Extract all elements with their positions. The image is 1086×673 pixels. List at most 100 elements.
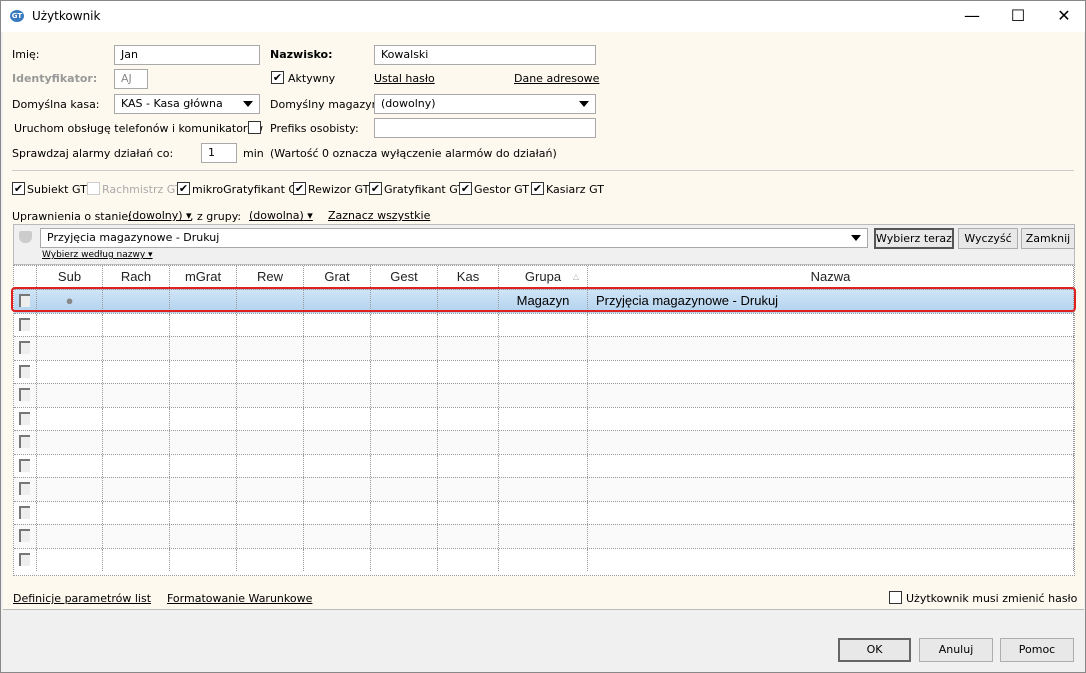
table-row[interactable]: [14, 524, 1074, 548]
by-name-dropdown[interactable]: Wybierz według nazwy ▾: [42, 250, 153, 260]
column-header-grat[interactable]: Grat: [304, 266, 371, 289]
cell-grupa: [499, 431, 588, 454]
cell-select: [14, 454, 37, 477]
cell-kas: [438, 501, 499, 524]
group-dropdown[interactable]: (dowolna) ▾: [249, 209, 313, 222]
cell-kas: [438, 384, 499, 407]
column-header-kas[interactable]: Kas: [438, 266, 499, 289]
address-link[interactable]: Dane adresowe: [514, 72, 599, 85]
prefix-input[interactable]: [374, 118, 596, 138]
sort-ascending-icon: △: [572, 272, 579, 281]
alarm-input[interactable]: 1: [201, 143, 237, 163]
cell-grupa: [499, 525, 588, 548]
cell-rach: [103, 384, 170, 407]
cell-grupa: [499, 478, 588, 501]
clear-button[interactable]: Wyczyść: [958, 228, 1018, 249]
active-checkbox[interactable]: ✔: [271, 71, 284, 84]
table-row[interactable]: [14, 336, 1074, 360]
column-header-nazwa[interactable]: Nazwa: [588, 266, 1074, 289]
alarm-label: Sprawdzaj alarmy działań co:: [12, 147, 174, 160]
column-header-grupa[interactable]: Grupa △: [499, 266, 588, 289]
cell-kas: [438, 431, 499, 454]
eraser-icon[interactable]: [19, 231, 32, 243]
list-params-link[interactable]: Definicje parametrów list: [13, 592, 151, 605]
cell-mgrat: [170, 501, 237, 524]
module-checkbox[interactable]: ✔: [293, 182, 306, 195]
chevron-down-icon: [579, 101, 589, 107]
table-row[interactable]: [14, 406, 1074, 430]
column-header-rach[interactable]: Rach: [103, 266, 170, 289]
first-name-label: Imię:: [12, 48, 40, 61]
cell-rach: [103, 431, 170, 454]
cell-mgrat: [170, 384, 237, 407]
cancel-button[interactable]: Anuluj: [919, 638, 993, 662]
module-checkbox[interactable]: ✔: [369, 182, 382, 195]
state-label: Uprawnienia o stanie:: [12, 210, 132, 223]
module-label: Subiekt GT: [27, 183, 87, 196]
table-row[interactable]: [14, 453, 1074, 477]
column-header-mgrat[interactable]: mGrat: [170, 266, 237, 289]
cell-mgrat: [170, 290, 237, 313]
table-row[interactable]: [14, 430, 1074, 454]
module-checkbox[interactable]: ✔: [459, 182, 472, 195]
cell-sub: [37, 313, 103, 336]
minimize-button[interactable]: —: [949, 1, 995, 32]
table-row[interactable]: [14, 500, 1074, 524]
cell-rew: [237, 290, 304, 313]
column-header-label: Rach: [120, 269, 152, 284]
cell-gest: [371, 290, 438, 313]
last-name-label: Nazwisko:: [270, 48, 333, 61]
permission-search-select[interactable]: Przyjęcia magazynowe - Drukuj: [40, 228, 868, 248]
cell-rach: [103, 548, 170, 571]
column-header-rew[interactable]: Rew: [237, 266, 304, 289]
module-checkbox[interactable]: ✔: [177, 182, 190, 195]
ok-button[interactable]: OK: [838, 638, 911, 662]
first-name-input[interactable]: Jan: [114, 45, 260, 65]
warehouse-label: Domyślny magazyn:: [270, 98, 383, 111]
module-checkbox[interactable]: ✔: [531, 182, 544, 195]
state-dropdown[interactable]: (dowolny) ▾: [128, 209, 192, 222]
set-password-link[interactable]: Ustal hasło: [374, 72, 435, 85]
table-row[interactable]: [14, 383, 1074, 407]
table-row[interactable]: [14, 359, 1074, 383]
cell-select: [14, 313, 37, 336]
warehouse-value: (dowolny): [381, 97, 436, 110]
maximize-button[interactable]: ☐: [995, 1, 1041, 32]
cell-grat: [304, 525, 371, 548]
help-button[interactable]: Pomoc: [1000, 638, 1074, 662]
last-name-input[interactable]: Kowalski: [374, 45, 596, 65]
app-logo-icon: GT: [10, 10, 24, 22]
cell-sub: [37, 501, 103, 524]
id-label: Identyfikator:: [12, 72, 98, 85]
cell-rew: [237, 337, 304, 360]
choose-now-button[interactable]: Wybierz teraz: [874, 228, 954, 249]
column-header-gest[interactable]: Gest: [371, 266, 438, 289]
prefix-label: Prefiks osobisty:: [270, 122, 359, 135]
cell-rach: [103, 478, 170, 501]
cell-grupa: [499, 313, 588, 336]
cell-rach: [103, 337, 170, 360]
cell-mgrat: [170, 337, 237, 360]
column-header-sub[interactable]: Sub: [37, 266, 103, 289]
table-row[interactable]: ● Magazyn Przyjęcia magazynowe - Drukuj: [14, 289, 1074, 313]
module-label: Gratyfikant GT: [384, 183, 465, 196]
table-row[interactable]: [14, 312, 1074, 336]
close-filter-button[interactable]: Zamknij: [1021, 228, 1075, 249]
table-row[interactable]: [14, 477, 1074, 501]
cell-grupa: [499, 501, 588, 524]
cash-select[interactable]: KAS - Kasa główna: [114, 94, 260, 114]
module-label: Kasiarz GT: [546, 183, 604, 196]
close-button[interactable]: ✕: [1041, 1, 1086, 32]
table-row[interactable]: [14, 547, 1074, 571]
cell-gest: [371, 431, 438, 454]
cell-mgrat: [170, 313, 237, 336]
cell-kas: [438, 407, 499, 430]
phones-checkbox[interactable]: [248, 121, 261, 134]
warehouse-select[interactable]: (dowolny): [374, 94, 596, 114]
must-change-password-checkbox[interactable]: [889, 591, 902, 604]
conditional-format-link[interactable]: Formatowanie Warunkowe: [167, 592, 312, 605]
module-checkbox[interactable]: ✔: [12, 182, 25, 195]
select-all-link[interactable]: Zaznacz wszystkie: [328, 209, 430, 222]
cell-select: [14, 360, 37, 383]
alarm-unit: min: [243, 147, 264, 160]
